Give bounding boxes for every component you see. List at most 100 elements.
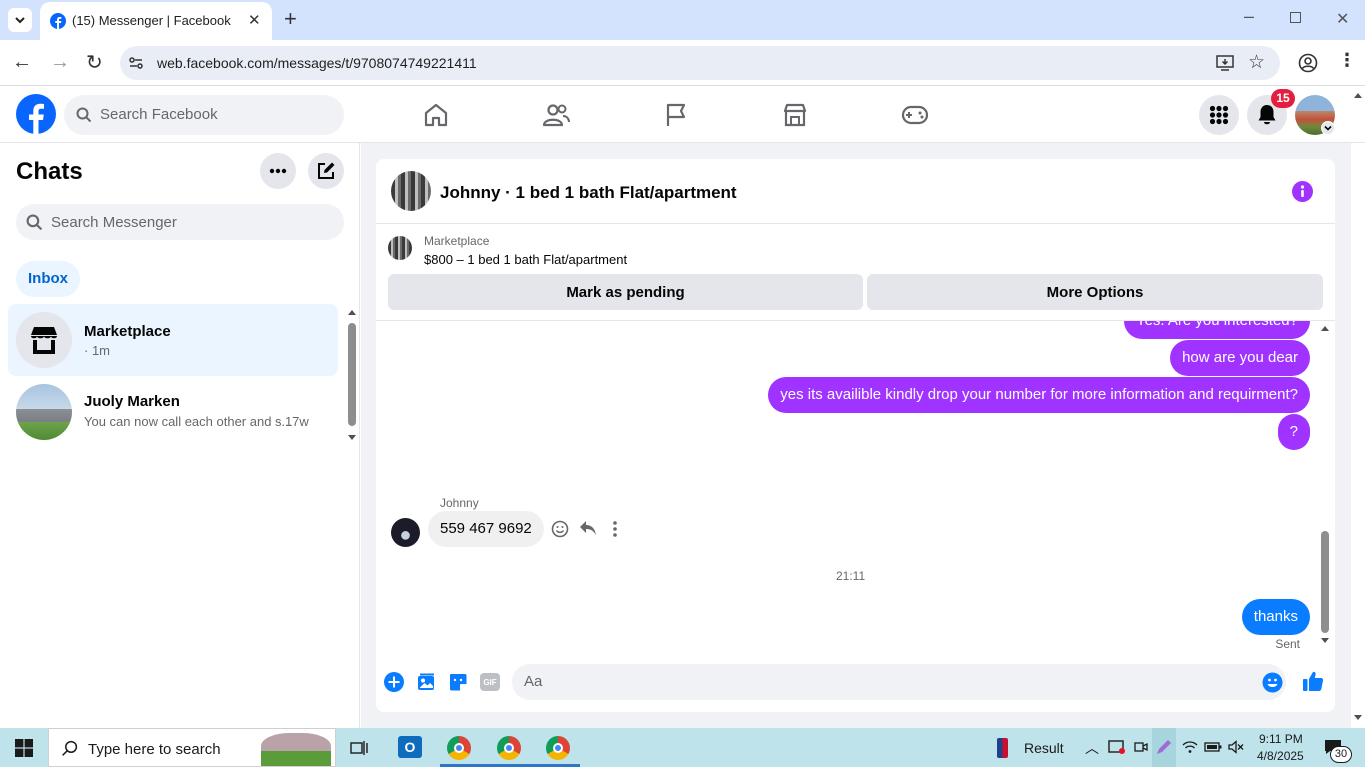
site-info-icon[interactable] — [128, 55, 144, 71]
chat-preview: · 1m — [84, 343, 110, 358]
chat-item-juoly-marken[interactable]: Juoly Marken You can now call each other… — [8, 376, 338, 448]
sent-message[interactable]: ? — [1277, 414, 1310, 450]
more-vertical-icon[interactable] — [612, 520, 618, 538]
new-tab-icon[interactable]: + — [284, 6, 297, 32]
johnny-avatar[interactable] — [391, 518, 420, 547]
taskbar-search-box[interactable]: Type here to search — [48, 728, 336, 767]
chat-list-scroll-up-icon[interactable] — [347, 309, 357, 316]
info-icon[interactable] — [1292, 181, 1313, 202]
page-scroll-up-icon[interactable] — [1353, 91, 1363, 99]
meet-now-icon[interactable] — [1108, 739, 1126, 755]
clock-date[interactable]: 4/8/2025 — [1257, 749, 1304, 763]
messenger-search-box[interactable]: Search Messenger — [16, 204, 344, 240]
facebook-logo-icon[interactable] — [16, 94, 56, 134]
menu-button[interactable] — [1199, 95, 1239, 135]
listing-avatar[interactable] — [391, 171, 431, 211]
account-chevron[interactable] — [1321, 121, 1335, 135]
message-input[interactable]: Aa — [512, 664, 1286, 700]
sticker-icon[interactable] — [448, 672, 468, 692]
add-attachment-icon[interactable] — [384, 672, 404, 692]
chat-preview: You can now call each other and s... — [84, 414, 293, 429]
listing-title[interactable]: $800 – 1 bed 1 bath Flat/apartment — [424, 252, 627, 267]
url-text: web.facebook.com/messages/t/970807474922… — [157, 55, 477, 71]
nav-gaming[interactable] — [900, 100, 930, 130]
close-tab-icon[interactable]: ✕ — [248, 11, 261, 29]
nav-marketplace[interactable] — [780, 100, 810, 130]
chat-list-scroll-down-icon[interactable] — [347, 434, 357, 441]
messages-scroll-down-icon[interactable] — [1320, 637, 1330, 644]
sent-message[interactable]: Yes. Are you interested? — [1123, 321, 1310, 339]
new-message-button[interactable] — [308, 153, 344, 189]
notification-badge: 15 — [1271, 89, 1295, 108]
sent-message[interactable]: yes its availible kindly drop your numbe… — [768, 377, 1310, 413]
marketplace-avatar — [16, 312, 72, 368]
messenger-search-placeholder: Search Messenger — [51, 214, 177, 231]
chat-name: Juoly Marken — [84, 393, 180, 410]
close-window-icon[interactable]: ✕ — [1336, 9, 1349, 29]
forward-icon[interactable]: → — [50, 51, 70, 74]
message-composer: GIF Aa — [376, 654, 1335, 712]
tab-search-button[interactable] — [8, 8, 32, 32]
chat-item-marketplace[interactable]: Marketplace · 1m — [8, 304, 338, 376]
gif-button[interactable]: GIF — [480, 673, 500, 691]
more-options-button[interactable]: More Options — [867, 274, 1323, 310]
minimize-icon[interactable]: – — [1244, 6, 1254, 27]
volume-muted-icon[interactable] — [1228, 740, 1244, 754]
chat-time: · 17w — [277, 414, 309, 429]
chat-list-scrollbar-thumb[interactable] — [348, 323, 356, 426]
nav-home[interactable] — [421, 100, 451, 130]
photo-icon[interactable] — [416, 672, 436, 692]
react-emoji-icon[interactable] — [551, 520, 569, 538]
chrome-app-3-active[interactable] — [546, 736, 570, 760]
message-input-placeholder: Aa — [524, 673, 543, 690]
chat-options-button[interactable] — [260, 153, 296, 189]
tray-overflow-icon[interactable]: ︿ — [1085, 738, 1099, 758]
camera-icon[interactable] — [1134, 740, 1148, 754]
messages-scrollbar-thumb[interactable] — [1321, 531, 1329, 633]
thumbs-up-icon[interactable] — [1302, 670, 1324, 692]
messages-scroll-up-icon[interactable] — [1320, 325, 1330, 332]
outlook-app[interactable]: O — [398, 736, 422, 758]
battery-icon[interactable] — [1204, 741, 1222, 753]
chrome-app-1[interactable] — [447, 736, 471, 760]
clock-time[interactable]: 9:11 PM — [1259, 732, 1303, 746]
messages-area: Yes. Are you interested? how are you dea… — [376, 321, 1335, 654]
chrome-app-2[interactable] — [497, 736, 521, 760]
incoming-message[interactable]: 559 467 9692 — [428, 511, 544, 547]
nav-friends[interactable] — [541, 100, 571, 130]
back-icon[interactable]: ← — [12, 51, 32, 74]
conversation-title[interactable]: Johnny · 1 bed 1 bath Flat/apartment — [440, 183, 737, 203]
conversation-panel: Johnny · 1 bed 1 bath Flat/apartment Mar… — [376, 159, 1335, 712]
sent-status: Sent — [1275, 637, 1300, 651]
browser-tab[interactable]: (15) Messenger | Facebook ✕ — [40, 2, 272, 40]
profile-icon[interactable] — [1298, 53, 1318, 73]
page-scroll-down-icon[interactable] — [1353, 714, 1363, 722]
wifi-icon[interactable] — [1182, 740, 1198, 754]
weather-widget[interactable]: Result — [995, 736, 1067, 760]
friends-icon — [542, 104, 570, 127]
browser-menu-icon[interactable]: ⋮ — [1338, 50, 1356, 71]
pen-tray-area[interactable] — [1152, 728, 1176, 767]
restore-icon[interactable] — [1290, 12, 1301, 23]
chevron-down-icon — [15, 17, 25, 24]
flag-icon — [666, 103, 686, 126]
more-horizontal-icon — [269, 168, 287, 174]
emoji-icon[interactable] — [1262, 672, 1283, 693]
sent-message-last[interactable]: thanks — [1241, 599, 1310, 635]
nav-pages[interactable] — [661, 100, 691, 130]
chats-panel: Chats Search Messenger Inbox Marketplace… — [0, 143, 360, 728]
inbox-filter-chip[interactable]: Inbox — [16, 261, 80, 297]
install-app-icon[interactable] — [1216, 54, 1234, 72]
sent-message[interactable]: how are you dear — [1170, 340, 1310, 376]
reload-icon[interactable]: ↻ — [86, 50, 103, 75]
bookmark-star-icon[interactable]: ☆ — [1248, 51, 1265, 74]
listing-thumbnail[interactable] — [388, 236, 412, 260]
reply-icon[interactable] — [579, 520, 597, 536]
listing-source: Marketplace — [424, 234, 490, 248]
windows-start-icon[interactable] — [15, 739, 33, 757]
facebook-search-box[interactable]: Search Facebook — [64, 95, 344, 135]
mark-as-pending-button[interactable]: Mark as pending — [388, 274, 863, 310]
omnibox[interactable]: web.facebook.com/messages/t/970807474922… — [120, 46, 1280, 80]
task-view-icon[interactable] — [350, 739, 368, 757]
grid-menu-icon — [1209, 105, 1229, 125]
